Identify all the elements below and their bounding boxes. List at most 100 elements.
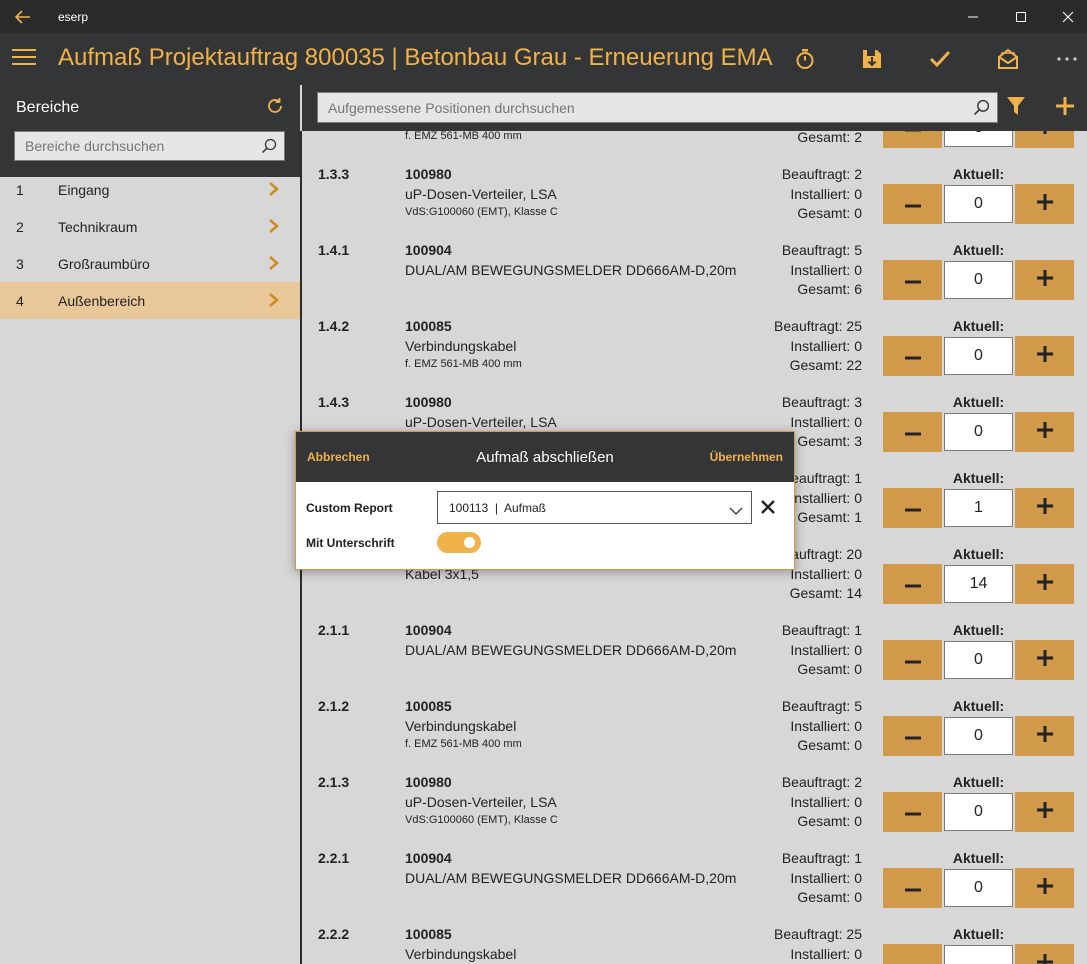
installed-count: Installiert: 0 bbox=[790, 186, 862, 202]
decrement-button[interactable] bbox=[883, 184, 942, 224]
increment-button[interactable] bbox=[1015, 336, 1074, 376]
apply-button[interactable]: Übernehmen bbox=[710, 450, 783, 464]
plus-icon bbox=[1036, 345, 1054, 368]
ordered-count: Beauftragt: 2 bbox=[781, 166, 862, 182]
dialog-header: Aufmaß abschließen Abbrechen Übernehmen bbox=[296, 432, 794, 482]
decrement-button[interactable] bbox=[883, 564, 942, 604]
sidebar-item-eingang[interactable]: 1 Eingang bbox=[0, 171, 300, 208]
increment-button[interactable] bbox=[1015, 716, 1074, 756]
article-description: uP-Dosen-Verteiler, LSA bbox=[405, 414, 557, 430]
installed-count: Installiert: 0 bbox=[790, 338, 862, 354]
increment-button[interactable] bbox=[1015, 792, 1074, 832]
add-icon[interactable] bbox=[1053, 94, 1079, 120]
increment-button[interactable] bbox=[1015, 488, 1074, 528]
sidebar-search-input[interactable] bbox=[15, 132, 245, 160]
article-description: DUAL/AM BEWEGUNGSMELDER DD666AM-D,20m bbox=[405, 870, 737, 886]
maximize-icon[interactable] bbox=[998, 0, 1044, 33]
minimize-icon[interactable] bbox=[950, 0, 996, 33]
sidebar-item-aussenbereich[interactable]: 4 Außenbereich bbox=[0, 282, 300, 319]
filter-icon[interactable] bbox=[1006, 95, 1030, 119]
increment-button[interactable] bbox=[1015, 260, 1074, 300]
back-arrow-icon[interactable] bbox=[8, 4, 38, 29]
refresh-icon[interactable] bbox=[266, 97, 286, 117]
quantity-field[interactable]: 0 bbox=[944, 869, 1013, 907]
signature-toggle[interactable] bbox=[437, 532, 481, 553]
total-count: Gesamt: 6 bbox=[797, 281, 862, 297]
quantity-field[interactable]: 0 bbox=[944, 641, 1013, 679]
app-header: Aufmaß Projektauftrag 800035 | Betonbau … bbox=[0, 33, 1087, 85]
increment-button[interactable] bbox=[1015, 944, 1074, 964]
quantity-field[interactable]: 0 bbox=[944, 337, 1013, 375]
decrement-button[interactable] bbox=[883, 336, 942, 376]
article-description: DUAL/AM BEWEGUNGSMELDER DD666AM-D,20m bbox=[405, 642, 737, 658]
article-number: 100085 bbox=[405, 698, 452, 714]
quantity-stepper: 0 bbox=[883, 640, 1074, 680]
plus-icon bbox=[1036, 193, 1054, 216]
installed-count: Installiert: 0 bbox=[790, 262, 862, 278]
ordered-count: Beauftragt: 5 bbox=[781, 242, 862, 258]
plus-icon bbox=[1036, 497, 1054, 520]
article-description: Verbindungskabel bbox=[405, 338, 517, 354]
quantity-field[interactable] bbox=[944, 945, 1013, 964]
decrement-button[interactable] bbox=[883, 640, 942, 680]
minus-icon bbox=[905, 955, 921, 964]
quantity-field[interactable]: 0 bbox=[944, 717, 1013, 755]
quantity-stepper: 0 bbox=[883, 131, 1074, 148]
position-number: 2.1.1 bbox=[318, 622, 350, 638]
minus-icon bbox=[904, 803, 921, 821]
position-number: 1.3.3 bbox=[318, 166, 350, 182]
ordered-count: Beauftragt: 3 bbox=[781, 394, 862, 410]
quantity-field[interactable]: 14 bbox=[944, 565, 1013, 603]
decrement-button[interactable] bbox=[883, 868, 942, 908]
cancel-button[interactable]: Abbrechen bbox=[307, 450, 370, 464]
decrement-button[interactable] bbox=[883, 792, 942, 832]
sidebar-item-grossraumbuero[interactable]: 3 Großraumbüro bbox=[0, 245, 300, 282]
decrement-button[interactable] bbox=[883, 488, 942, 528]
quantity-stepper: 0 bbox=[883, 260, 1074, 300]
search-icon[interactable] bbox=[261, 138, 277, 154]
increment-button[interactable] bbox=[1015, 868, 1074, 908]
increment-button[interactable] bbox=[1015, 640, 1074, 680]
quantity-field[interactable]: 0 bbox=[944, 793, 1013, 831]
ordered-count: Beauftragt: 1 bbox=[781, 850, 862, 866]
sidebar-item-technikraum[interactable]: 2 Technikraum bbox=[0, 208, 300, 245]
quantity-field[interactable]: 0 bbox=[944, 261, 1013, 299]
open-mail-icon[interactable] bbox=[991, 42, 1025, 76]
sidebar-item-number: 4 bbox=[16, 293, 24, 309]
quantity-stepper: 0 bbox=[883, 868, 1074, 908]
clear-report-icon[interactable] bbox=[759, 498, 777, 516]
app-name: eserp bbox=[58, 10, 89, 24]
quantity-field[interactable]: 0 bbox=[944, 185, 1013, 223]
stopwatch-icon[interactable] bbox=[788, 42, 822, 76]
increment-button[interactable] bbox=[1015, 131, 1074, 148]
increment-button[interactable] bbox=[1015, 184, 1074, 224]
ordered-count: Beauftragt: 1 bbox=[781, 622, 862, 638]
decrement-button[interactable] bbox=[883, 260, 942, 300]
decrement-button[interactable] bbox=[883, 412, 942, 452]
custom-report-select[interactable]: 100113 | Aufmaß bbox=[437, 491, 752, 524]
quantity-field[interactable]: 0 bbox=[944, 413, 1013, 451]
article-number: 100980 bbox=[405, 774, 452, 790]
increment-button[interactable] bbox=[1015, 412, 1074, 452]
more-options-icon[interactable] bbox=[1050, 42, 1084, 76]
sidebar-item-number: 2 bbox=[16, 219, 24, 235]
decrement-button[interactable] bbox=[883, 716, 942, 756]
sidebar-item-number: 1 bbox=[16, 182, 24, 198]
position-number: 2.2.2 bbox=[318, 926, 350, 942]
positions-search-input[interactable] bbox=[318, 93, 958, 122]
search-icon[interactable] bbox=[973, 99, 990, 116]
quantity-field[interactable]: 0 bbox=[944, 131, 1013, 147]
position-number: 2.1.2 bbox=[318, 698, 350, 714]
save-download-icon[interactable] bbox=[855, 42, 889, 76]
current-label: Aktuell: bbox=[952, 546, 1005, 562]
increment-button[interactable] bbox=[1015, 564, 1074, 604]
checkmark-icon[interactable] bbox=[923, 42, 957, 76]
current-label: Aktuell: bbox=[952, 318, 1005, 334]
close-window-icon[interactable] bbox=[1045, 0, 1087, 33]
position-number: 2.1.3 bbox=[318, 774, 350, 790]
decrement-button[interactable] bbox=[883, 944, 942, 964]
quantity-field[interactable]: 1 bbox=[944, 489, 1013, 527]
current-label: Aktuell: bbox=[952, 470, 1005, 486]
hamburger-menu-icon[interactable] bbox=[12, 49, 36, 69]
decrement-button[interactable] bbox=[883, 131, 942, 148]
